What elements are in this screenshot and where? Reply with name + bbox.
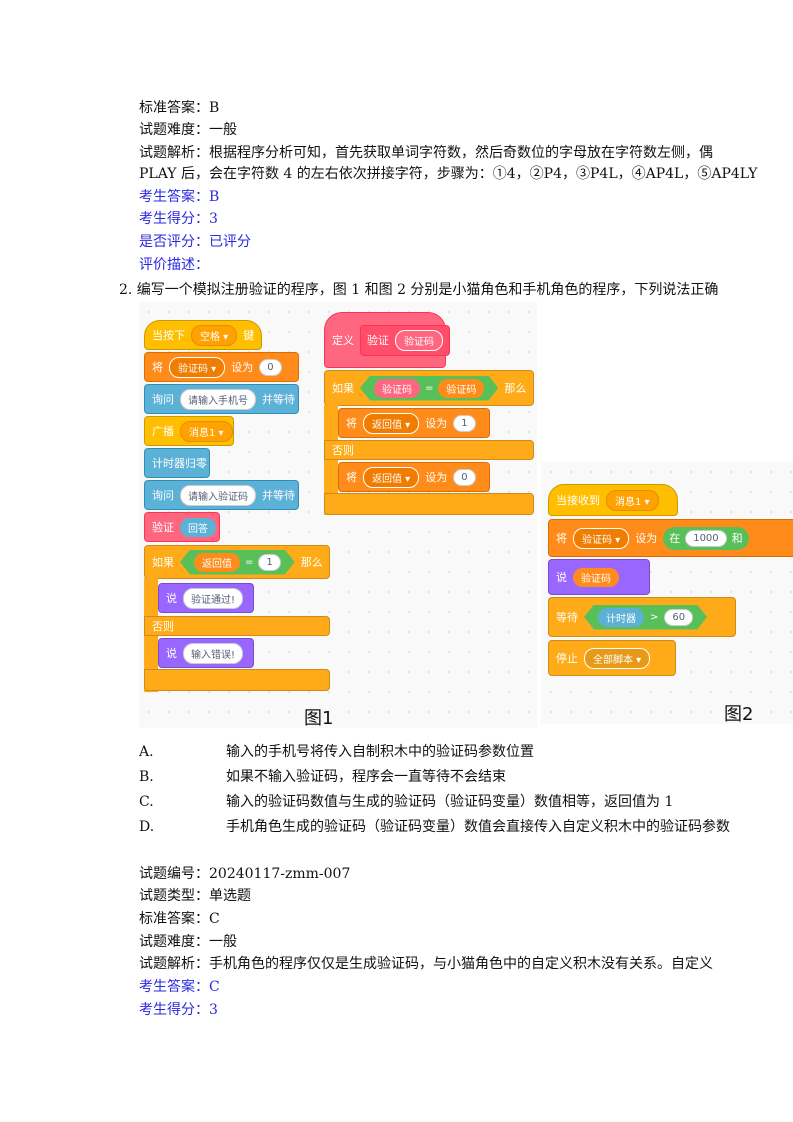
q2-type: 试题类型：单选题: [139, 888, 251, 904]
say-error-block: 说输入错误!: [158, 638, 254, 668]
figure-2-label: 图2: [724, 704, 754, 724]
say-pass-block: 说验证通过!: [158, 583, 254, 613]
q1-standard-answer: 标准答案：B: [139, 100, 220, 116]
q1-analysis-line1: 试题解析：根据程序分析可知，首先获取单词字符数，然后奇数位的字母放在字符数左侧，…: [139, 145, 713, 161]
broadcast-block: 广播 消息1 ▾: [144, 416, 234, 446]
ask-phone-block: 询问 请输入手机号 并等待: [144, 384, 299, 414]
greater-operator: 计时器 >60: [584, 605, 707, 630]
equals-operator-2: 验证码 = 验证码: [360, 376, 498, 401]
q2-id: 试题编号：20240117-zmm-007: [139, 866, 351, 882]
call-verify-block: 验证 回答: [144, 512, 220, 542]
q2-stem: 2. 编写一个模拟注册验证的程序，图 1 和图 2 分别是小猫角色和手机角色的程…: [119, 282, 719, 298]
if-else-end: [324, 493, 534, 515]
q1-difficulty: 试题难度：一般: [139, 122, 237, 138]
q2-student-answer: 考生答案：C: [139, 979, 220, 995]
figure-1: 当按下 空格 ▾ 键 将验证码 ▾ 设为 0 询问 请输入手机号 并等待 广播 消息1 ▾ 计…: [139, 302, 537, 728]
q2-standard-answer: 标准答案：C: [139, 911, 220, 927]
figure-2: 当接收到 消息1 ▾ 将验证码 ▾ 设为 在 1000 和 说验证码 等待 计时器 >60…: [541, 462, 793, 724]
define-verify-block: 定义 验证 验证码: [324, 312, 450, 368]
q1-student-score: 考生得分：3: [139, 211, 218, 227]
wait-until-block: 等待 计时器 >60: [548, 597, 736, 637]
q2-student-score: 考生得分：3: [139, 1002, 218, 1018]
figure-1-label: 图1: [304, 708, 334, 728]
set-return-1-block: 将返回值 ▾ 设为 1: [338, 408, 490, 438]
stop-all-block: 停止 全部脚本 ▾: [548, 640, 676, 676]
ask-code-block: 询问 请输入验证码 并等待: [144, 480, 299, 510]
say-code-block: 说验证码: [548, 559, 650, 595]
q1-graded: 是否评分：已评分: [139, 234, 251, 250]
q1-comment: 评价描述：: [139, 257, 209, 273]
when-key-pressed-block: 当按下 空格 ▾ 键: [144, 320, 262, 350]
q1-student-answer: 考生答案：B: [139, 189, 220, 205]
if-else-block: 如果 验证码 = 验证码 那么: [324, 370, 534, 406]
random-operator: 在 1000 和: [663, 526, 749, 550]
if-block-end: [144, 669, 330, 691]
q1-analysis-line2: PLAY 后，会在字符数 4 的左右依次拼接字符，步骤为：①4，②P4，③P4L…: [139, 166, 758, 182]
q2-analysis: 试题解析：手机角色的程序仅仅是生成验证码，与小猫角色中的自定义积木没有关系。自定…: [139, 956, 713, 972]
else-label: 否则: [144, 616, 330, 636]
reset-timer-block: 计时器归零: [144, 448, 210, 478]
else-label-2: 否则: [324, 440, 534, 460]
set-variable-block: 将验证码 ▾ 设为 0: [144, 352, 299, 382]
set-return-0-block: 将返回值 ▾ 设为 0: [338, 462, 490, 492]
q2-difficulty: 试题难度：一般: [139, 934, 237, 950]
set-random-code-block: 将验证码 ▾ 设为 在 1000 和: [548, 519, 793, 557]
if-block: 如果 返回值 = 1 那么: [144, 545, 330, 579]
when-receive-block: 当接收到 消息1 ▾: [548, 484, 678, 516]
equals-operator: 返回值 = 1: [180, 550, 295, 575]
